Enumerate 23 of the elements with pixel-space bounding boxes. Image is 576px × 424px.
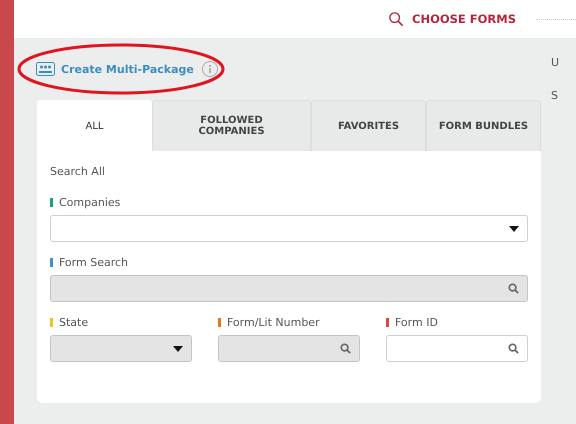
search-icon — [340, 343, 351, 354]
search-field[interactable] — [386, 335, 528, 362]
tab[interactable]: FAVORITES — [311, 100, 426, 151]
field-label: Form Search — [59, 256, 128, 269]
field-label: Form/Lit Number — [227, 316, 320, 329]
tab[interactable]: FOLLOWED COMPANIES — [152, 100, 311, 151]
group-icon — [36, 62, 55, 76]
caret-icon — [509, 226, 519, 232]
field-label: State — [59, 316, 88, 329]
dropdown-field[interactable] — [50, 215, 528, 242]
search-icon — [508, 343, 519, 354]
cut-off-text: S — [551, 89, 559, 102]
tab[interactable]: FORM BUNDLES — [426, 100, 541, 151]
info-icon[interactable] — [202, 61, 218, 77]
search-icon — [508, 283, 519, 294]
page-title: CHOOSE FORMS — [412, 12, 516, 26]
search-icon — [388, 11, 404, 27]
field-label: Companies — [59, 196, 120, 209]
tab[interactable]: ALL — [37, 100, 152, 151]
caret-icon — [173, 346, 183, 352]
section-title: Search All — [50, 165, 106, 178]
cut-off-text: U — [551, 56, 560, 69]
field-label: Form ID — [395, 316, 438, 329]
